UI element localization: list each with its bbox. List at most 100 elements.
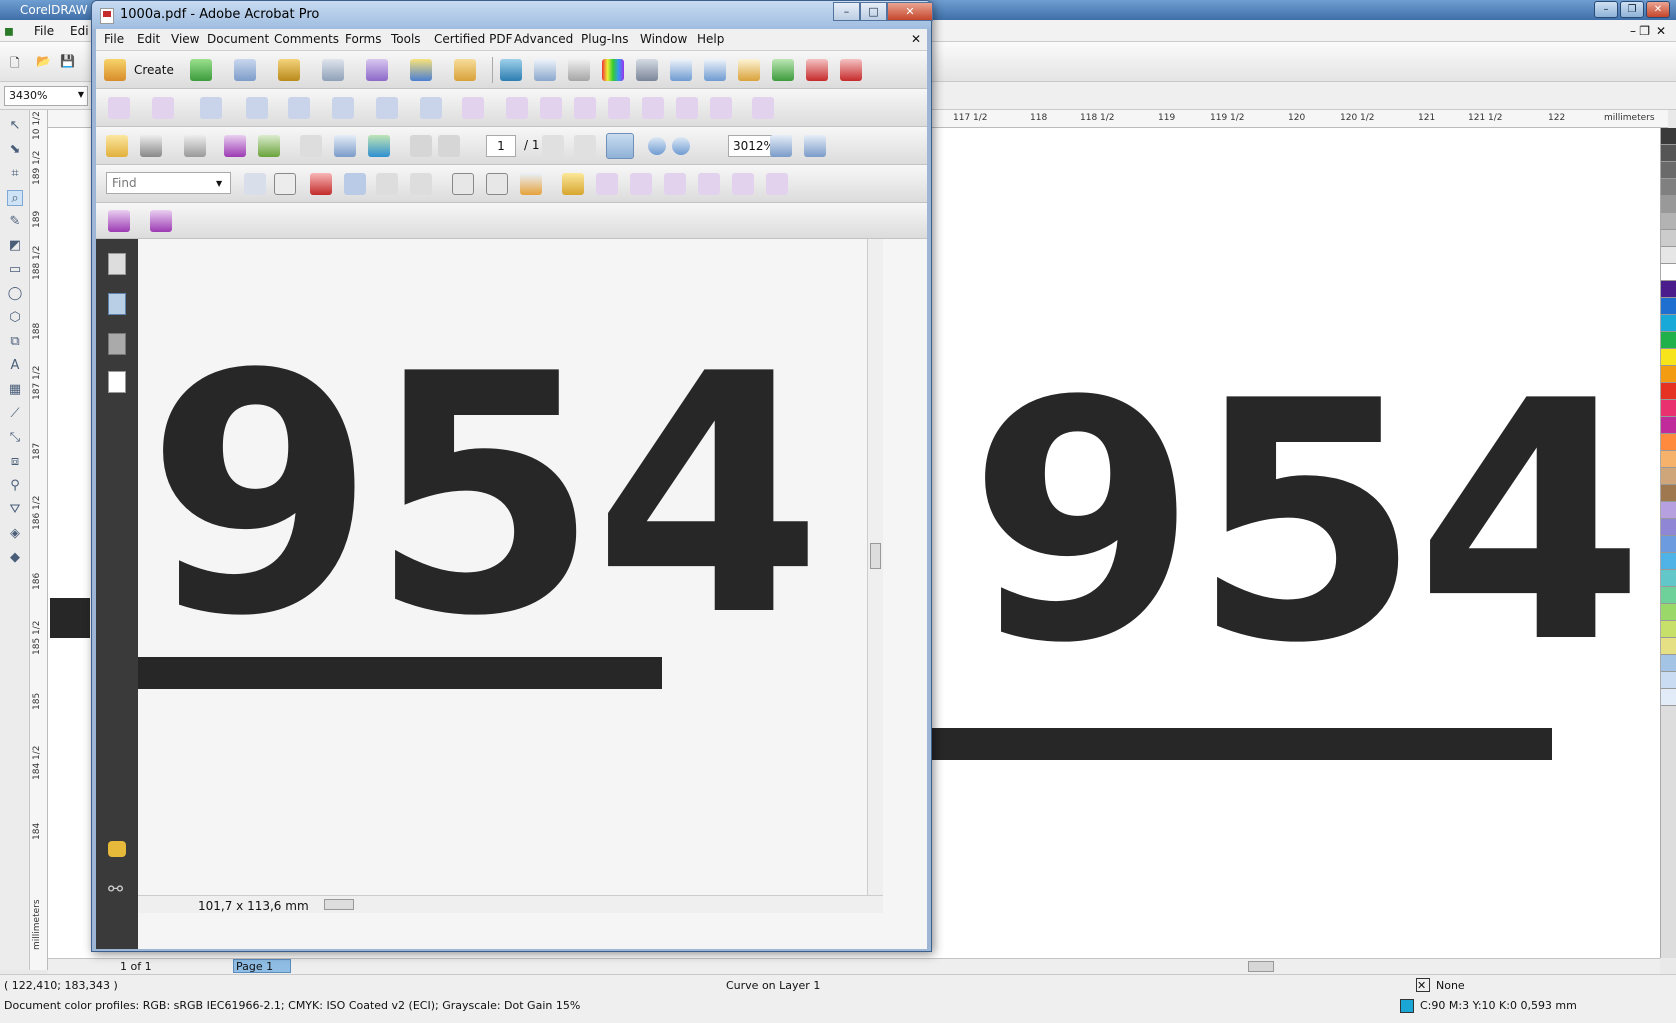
scroll-thumb[interactable] bbox=[1248, 961, 1274, 972]
zoom-level-combo[interactable]: 3430% ▼ bbox=[4, 86, 88, 106]
tool-icon-10[interactable] bbox=[574, 97, 596, 119]
palette-swatch[interactable] bbox=[1661, 519, 1676, 536]
minimize-icon[interactable]: – bbox=[833, 2, 860, 21]
select-object-icon[interactable] bbox=[200, 97, 222, 119]
menu-tools[interactable]: Tools bbox=[391, 32, 421, 46]
combine-files-icon[interactable] bbox=[190, 59, 212, 81]
pdf-tool-icon[interactable] bbox=[840, 59, 862, 81]
palette-swatch[interactable] bbox=[1661, 417, 1676, 434]
chevron-down-icon[interactable]: ▼ bbox=[216, 179, 222, 188]
menu-file[interactable]: File bbox=[104, 32, 124, 46]
palette-swatch[interactable] bbox=[1661, 332, 1676, 349]
multimedia-icon[interactable] bbox=[410, 59, 432, 81]
review-comment-icon[interactable] bbox=[454, 59, 476, 81]
palette-swatch[interactable] bbox=[1661, 621, 1676, 638]
tool-icon-5[interactable] bbox=[108, 97, 130, 119]
collaborate-icon[interactable] bbox=[234, 59, 256, 81]
tool-icon-11[interactable] bbox=[608, 97, 630, 119]
connector-tool-icon[interactable]: ⤡ bbox=[7, 430, 23, 446]
comments-panel-icon[interactable] bbox=[108, 841, 126, 857]
zoom-in-icon[interactable] bbox=[672, 137, 690, 155]
flask-icon[interactable] bbox=[636, 59, 658, 81]
export-icon[interactable] bbox=[258, 135, 280, 157]
pdf-layers-panel-icon[interactable] bbox=[108, 371, 126, 393]
menu-forms[interactable]: Forms bbox=[345, 32, 381, 46]
menu-plug-ins[interactable]: Plug-Ins bbox=[581, 32, 629, 46]
rectangle-tool-icon[interactable]: ▭ bbox=[7, 262, 23, 278]
page-tab[interactable]: Page 1 bbox=[233, 959, 291, 973]
palette-swatch[interactable] bbox=[1661, 383, 1676, 400]
attachments-paperclip-icon[interactable]: ⚯ bbox=[108, 879, 126, 901]
dimension-tool-icon[interactable]: ⟋ bbox=[7, 406, 23, 422]
window-icon[interactable] bbox=[334, 135, 356, 157]
zoom-out-icon[interactable] bbox=[648, 137, 666, 155]
palette-swatch[interactable] bbox=[1661, 281, 1676, 298]
forms-icon[interactable] bbox=[366, 59, 388, 81]
sign-pen-icon[interactable] bbox=[322, 59, 344, 81]
mdi-close-icon[interactable]: ✕ bbox=[1656, 24, 1666, 38]
interactive-fill-tool-icon[interactable]: ◆ bbox=[7, 550, 23, 566]
basic-shapes-tool-icon[interactable]: ⧉ bbox=[7, 334, 23, 350]
eyedropper-tool-icon[interactable]: ⚲ bbox=[7, 478, 23, 494]
text-field-icon[interactable] bbox=[452, 173, 474, 195]
zoom-tool-icon[interactable]: ⌕ bbox=[7, 190, 23, 206]
output-preview-icon[interactable] bbox=[602, 59, 624, 81]
minimize-icon[interactable]: – bbox=[1594, 1, 1618, 18]
menu-edit[interactable]: Edi bbox=[70, 24, 89, 38]
select-arrow-icon[interactable] bbox=[244, 173, 266, 195]
document-color-profiles[interactable]: Document color profiles: RGB: sRGB IEC61… bbox=[4, 999, 580, 1012]
touchup-icon[interactable] bbox=[288, 97, 310, 119]
crop-tool-icon[interactable]: ⌗ bbox=[7, 166, 23, 182]
tool-icon-20[interactable] bbox=[698, 173, 720, 195]
menu-document[interactable]: Document bbox=[207, 32, 269, 46]
freehand-tool-icon[interactable]: ✎ bbox=[7, 214, 23, 230]
edit-icon[interactable] bbox=[738, 59, 760, 81]
fill-tool-icon[interactable]: ◈ bbox=[7, 526, 23, 542]
bookmarks-panel-icon[interactable] bbox=[108, 293, 126, 315]
attach-icon[interactable] bbox=[376, 173, 398, 195]
palette-swatch[interactable] bbox=[1661, 247, 1676, 264]
save-disabled-icon[interactable] bbox=[300, 135, 322, 157]
palette-swatch[interactable] bbox=[1661, 298, 1676, 315]
marquee-icon[interactable] bbox=[246, 97, 268, 119]
open-icon[interactable]: 📂 bbox=[36, 54, 51, 68]
palette-swatch[interactable] bbox=[1661, 434, 1676, 451]
tool-icon-14[interactable] bbox=[710, 97, 732, 119]
email-icon[interactable] bbox=[224, 135, 246, 157]
palette-swatch[interactable] bbox=[1661, 536, 1676, 553]
tool-icon-23[interactable] bbox=[108, 210, 130, 232]
table-tool-icon[interactable]: ▦ bbox=[7, 382, 23, 398]
document-vertical-scrollbar[interactable] bbox=[867, 239, 883, 895]
canvas-partial-shape[interactable] bbox=[50, 598, 90, 638]
page-number-input[interactable]: 1 bbox=[486, 135, 516, 157]
find-input[interactable]: Find bbox=[106, 172, 231, 194]
app-menu-icon[interactable]: ◼ bbox=[4, 24, 14, 38]
menu-certified-pdf[interactable]: Certified PDF bbox=[434, 32, 513, 46]
menu-edit[interactable]: Edit bbox=[137, 32, 160, 46]
menu-comments[interactable]: Comments bbox=[274, 32, 339, 46]
close-icon[interactable]: ✕ bbox=[887, 2, 933, 21]
open-folder-icon[interactable] bbox=[106, 135, 128, 157]
create-button[interactable]: Create bbox=[134, 63, 174, 77]
palette-swatch[interactable] bbox=[1661, 264, 1676, 281]
new-icon[interactable]: 🗋 bbox=[10, 54, 20, 75]
document-close-icon[interactable]: ✕ bbox=[911, 32, 921, 46]
globe-upload-icon[interactable] bbox=[368, 135, 390, 157]
magnet-icon[interactable] bbox=[310, 173, 332, 195]
tool-icon-19[interactable] bbox=[664, 173, 686, 195]
pick-tool-icon[interactable]: ↖ bbox=[7, 118, 23, 134]
tool-icon-6[interactable] bbox=[152, 97, 174, 119]
shape-tool-icon[interactable]: ⬊ bbox=[7, 142, 23, 158]
palette-swatch[interactable] bbox=[1661, 366, 1676, 383]
zoom-marquee-icon[interactable] bbox=[606, 133, 634, 159]
palette-swatch[interactable] bbox=[1661, 315, 1676, 332]
smart-fill-tool-icon[interactable]: ◩ bbox=[7, 238, 23, 254]
tool-icon-16[interactable] bbox=[562, 173, 584, 195]
tool-icon-17[interactable] bbox=[596, 173, 618, 195]
canvas-text-954[interactable]: 954 bbox=[968, 358, 1645, 688]
palette-swatch[interactable] bbox=[1661, 638, 1676, 655]
tool-icon-7[interactable] bbox=[462, 97, 484, 119]
ok-button-icon[interactable] bbox=[274, 173, 296, 195]
select-text-icon[interactable] bbox=[542, 135, 564, 157]
palette-swatch[interactable] bbox=[1661, 485, 1676, 502]
